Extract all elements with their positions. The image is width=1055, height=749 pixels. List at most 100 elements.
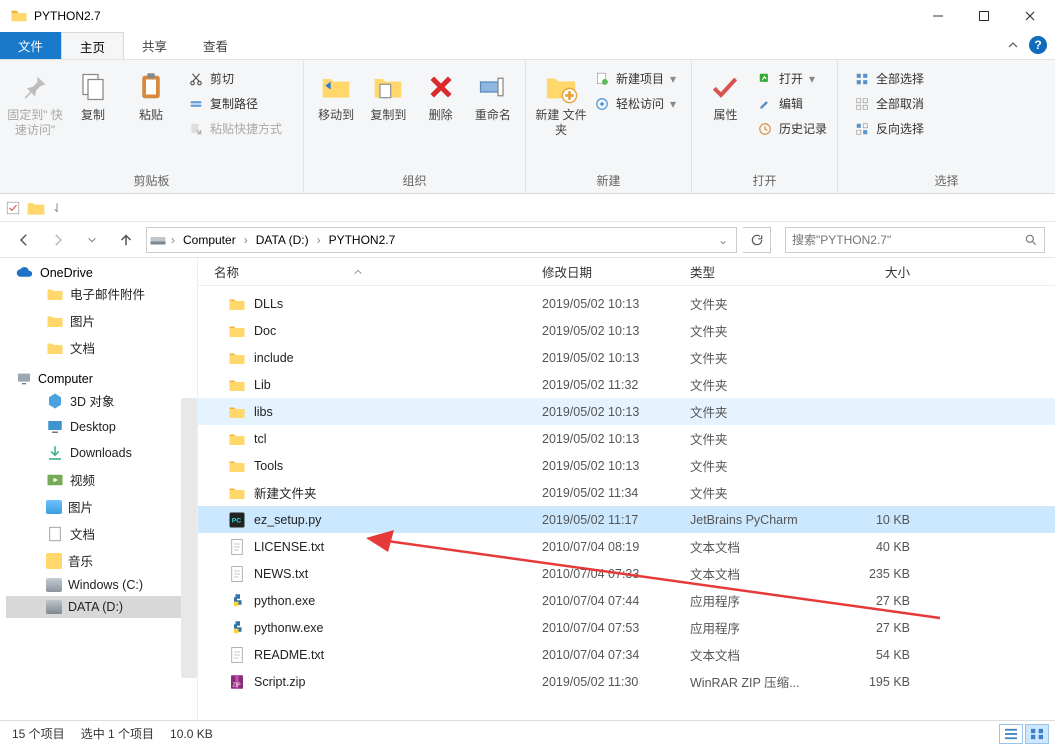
- search-box[interactable]: [785, 227, 1045, 253]
- column-headers[interactable]: 名称 修改日期 类型 大小: [198, 258, 1055, 286]
- easy-access-button[interactable]: 轻松访问▾: [590, 93, 680, 114]
- refresh-button[interactable]: [743, 227, 771, 253]
- col-type[interactable]: 类型: [690, 262, 840, 281]
- back-button[interactable]: [10, 226, 38, 254]
- folder-icon[interactable]: [26, 198, 46, 218]
- open-button[interactable]: 打开▾: [753, 68, 831, 89]
- address-dropdown-icon[interactable]: ⌄: [712, 233, 734, 247]
- file-date: 2019/05/02 11:34: [542, 486, 690, 500]
- file-row[interactable]: README.txt2010/07/04 07:34文本文档54 KB: [198, 641, 1055, 668]
- up-button[interactable]: [112, 226, 140, 254]
- file-name: Lib: [254, 378, 271, 392]
- sidebar-ddrive[interactable]: DATA (D:): [6, 596, 197, 618]
- sidebar-cdrive[interactable]: Windows (C:): [6, 574, 197, 596]
- edit-button[interactable]: 编辑: [753, 93, 831, 114]
- file-row[interactable]: libs2019/05/02 10:13文件夹: [198, 398, 1055, 425]
- file-date: 2019/05/02 10:13: [542, 459, 690, 473]
- sidebar-desktop[interactable]: Desktop: [6, 414, 197, 440]
- search-input[interactable]: [792, 233, 1018, 247]
- copy-to-button[interactable]: 复制到: [362, 64, 414, 123]
- file-row[interactable]: Doc2019/05/02 10:13文件夹: [198, 317, 1055, 344]
- file-row[interactable]: include2019/05/02 10:13文件夹: [198, 344, 1055, 371]
- crumb-drive[interactable]: DATA (D:): [252, 233, 313, 247]
- close-button[interactable]: [1007, 1, 1053, 31]
- forward-button[interactable]: [44, 226, 72, 254]
- sidebar-videos[interactable]: 视频: [6, 466, 197, 493]
- sidebar-scrollbar[interactable]: [181, 398, 197, 678]
- view-icons-button[interactable]: [1025, 724, 1049, 744]
- paste-shortcut-button[interactable]: 粘贴快捷方式: [184, 118, 286, 139]
- new-folder-button[interactable]: 新建 文件夹: [532, 64, 590, 138]
- file-type: 文件夹: [690, 348, 840, 367]
- file-type: 应用程序: [690, 618, 840, 637]
- sidebar-pictures[interactable]: 图片: [6, 307, 197, 334]
- recent-dropdown[interactable]: [78, 226, 106, 254]
- sidebar-docs[interactable]: 文档: [6, 334, 197, 361]
- rename-button[interactable]: 重命名: [467, 64, 519, 123]
- copy-button[interactable]: 复制: [64, 64, 122, 123]
- tab-view[interactable]: 查看: [185, 32, 246, 59]
- select-none-button[interactable]: 全部取消: [850, 93, 928, 114]
- file-row[interactable]: Lib2019/05/02 11:32文件夹: [198, 371, 1055, 398]
- ribbon: 固定到" 快速访问" 复制 粘贴 剪切 复制路径 粘贴快捷方式 剪贴板 移动到 …: [0, 60, 1055, 194]
- file-row[interactable]: python.exe2010/07/04 07:44应用程序27 KB: [198, 587, 1055, 614]
- help-button[interactable]: ?: [1029, 36, 1047, 54]
- sidebar-docs2[interactable]: 文档: [6, 520, 197, 547]
- maximize-button[interactable]: [961, 1, 1007, 31]
- file-date: 2019/05/02 10:13: [542, 351, 690, 365]
- file-row[interactable]: Tools2019/05/02 10:13文件夹: [198, 452, 1055, 479]
- col-name[interactable]: 名称: [214, 262, 239, 281]
- sidebar-downloads[interactable]: Downloads: [6, 440, 197, 466]
- tab-home[interactable]: 主页: [61, 32, 124, 59]
- chevron-up-icon[interactable]: [1007, 39, 1019, 51]
- sidebar-music[interactable]: 音乐: [6, 547, 197, 574]
- view-details-button[interactable]: [999, 724, 1023, 744]
- file-row[interactable]: DLLs2019/05/02 10:13文件夹: [198, 290, 1055, 317]
- history-button[interactable]: 历史记录: [753, 118, 831, 139]
- paste-button[interactable]: 粘贴: [122, 64, 180, 123]
- file-row[interactable]: ZIPScript.zip2019/05/02 11:30WinRAR ZIP …: [198, 668, 1055, 695]
- delete-button[interactable]: 删除: [415, 64, 467, 123]
- move-to-button[interactable]: 移动到: [310, 64, 362, 123]
- sidebar-onedrive[interactable]: OneDrive: [6, 266, 197, 280]
- file-type: 文件夹: [690, 294, 840, 313]
- invert-selection-button[interactable]: 反向选择: [850, 118, 928, 139]
- status-size: 10.0 KB: [170, 727, 213, 741]
- file-name: python.exe: [254, 594, 315, 608]
- col-size[interactable]: 大小: [840, 262, 920, 281]
- address-bar[interactable]: › Computer › DATA (D:) › PYTHON2.7 ⌄: [146, 227, 737, 253]
- file-row[interactable]: pythonw.exe2010/07/04 07:53应用程序27 KB: [198, 614, 1055, 641]
- file-date: 2019/05/02 11:30: [542, 675, 690, 689]
- tab-share[interactable]: 共享: [124, 32, 185, 59]
- file-size: 10 KB: [840, 513, 920, 527]
- file-row[interactable]: PCez_setup.py2019/05/02 11:17JetBrains P…: [198, 506, 1055, 533]
- sidebar-3d[interactable]: 3D 对象: [6, 387, 197, 414]
- file-row[interactable]: tcl2019/05/02 10:13文件夹: [198, 425, 1055, 452]
- sidebar-pictures2[interactable]: 图片: [6, 493, 197, 520]
- cut-button[interactable]: 剪切: [184, 68, 286, 89]
- search-icon: [1024, 233, 1038, 247]
- file-row[interactable]: 新建文件夹2019/05/02 11:34文件夹: [198, 479, 1055, 506]
- col-date[interactable]: 修改日期: [542, 262, 690, 281]
- file-type: 文件夹: [690, 483, 840, 502]
- crumb-folder[interactable]: PYTHON2.7: [325, 233, 400, 247]
- new-item-button[interactable]: 新建项目▾: [590, 68, 680, 89]
- checkbox-icon[interactable]: [6, 201, 20, 215]
- qat-overflow-icon[interactable]: ⇃: [52, 201, 62, 215]
- file-name: pythonw.exe: [254, 621, 324, 635]
- file-date: 2019/05/02 10:13: [542, 297, 690, 311]
- copy-path-button[interactable]: 复制路径: [184, 93, 286, 114]
- file-row[interactable]: LICENSE.txt2010/07/04 08:19文本文档40 KB: [198, 533, 1055, 560]
- crumb-computer[interactable]: Computer: [179, 233, 240, 247]
- file-row[interactable]: NEWS.txt2010/07/04 07:33文本文档235 KB: [198, 560, 1055, 587]
- tab-file[interactable]: 文件: [0, 32, 61, 59]
- minimize-button[interactable]: [915, 1, 961, 31]
- sidebar-email[interactable]: 电子邮件附件: [6, 280, 197, 307]
- file-date: 2010/07/04 07:34: [542, 648, 690, 662]
- properties-button[interactable]: 属性: [698, 64, 753, 123]
- file-size: 195 KB: [840, 675, 920, 689]
- select-all-button[interactable]: 全部选择: [850, 68, 928, 89]
- sidebar-computer[interactable]: Computer: [6, 371, 197, 387]
- file-size: 40 KB: [840, 540, 920, 554]
- pin-button[interactable]: 固定到" 快速访问": [6, 64, 64, 138]
